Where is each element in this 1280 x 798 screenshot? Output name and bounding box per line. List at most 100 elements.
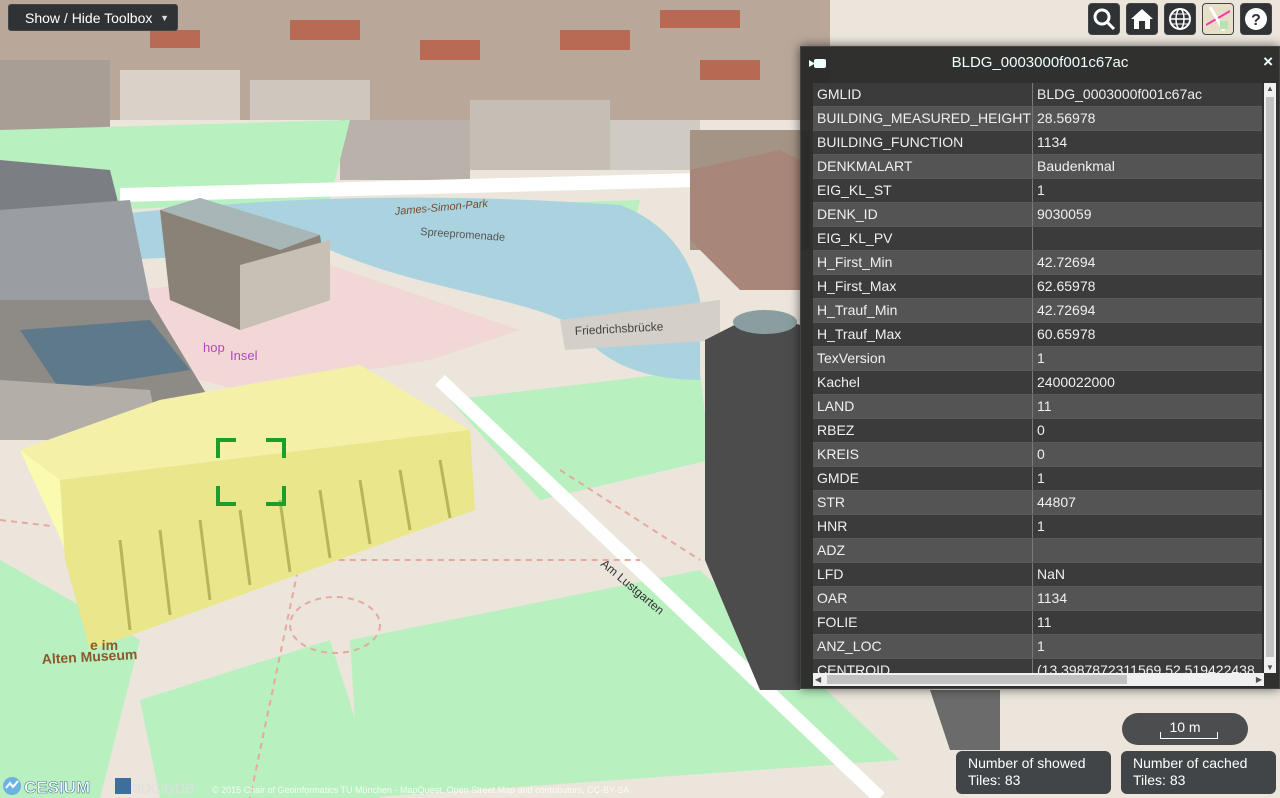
attribute-key: HNR [813, 515, 1033, 538]
attribute-key: H_First_Max [813, 275, 1033, 298]
attribute-value: 0 [1037, 446, 1045, 462]
attribute-key: ANZ_LOC [813, 635, 1033, 658]
citydb-logo-icon [115, 778, 131, 794]
attribute-value [1033, 539, 1262, 562]
attribute-value: 42.72694 [1037, 254, 1096, 270]
attribute-value: 9030059 [1037, 206, 1092, 222]
attribute-value: 1 [1037, 350, 1045, 366]
attribute-row: DENKMALART Baudenkmal [813, 155, 1262, 179]
showed-tiles-value: Tiles: 83 [968, 772, 1021, 788]
credit-text[interactable]: © 2015 Chair of Geoinformatics TU Münche… [212, 785, 629, 795]
attribute-value: 1 [1037, 638, 1045, 654]
attribute-value: 1 [1037, 182, 1045, 198]
attribute-value: 28.56978 [1037, 110, 1096, 126]
help-icon: ? [1245, 8, 1267, 30]
showed-tiles-title: Number of showed [968, 755, 1086, 771]
attribute-value [1033, 227, 1262, 250]
attribute-row: ADZ [813, 539, 1262, 563]
attribute-key: DENKMALART [813, 155, 1033, 178]
attribute-value: NaN [1037, 566, 1066, 582]
attribute-key: KREIS [813, 443, 1033, 466]
attribute-row: LAND 11 [813, 395, 1262, 419]
toolbox-toggle-label: Show / Hide Toolbox [25, 10, 153, 26]
attribute-value: 0 [1037, 422, 1045, 438]
attribute-value: 11 [1037, 398, 1052, 414]
home-button[interactable] [1126, 3, 1158, 35]
attribute-value: 1134 [1037, 590, 1068, 606]
attribute-row: BUILDING_FUNCTION 1134 [813, 131, 1262, 155]
showed-tiles-counter: Number of showed Tiles: 83 [956, 751, 1111, 794]
home-icon [1131, 9, 1153, 29]
attribute-value: 1134 [1037, 134, 1068, 150]
attribute-value: 1 [1037, 518, 1045, 534]
attribute-row: KREIS 0 [813, 443, 1262, 467]
attribute-key: Kachel [813, 371, 1033, 394]
attribute-row: FOLIE 11 [813, 611, 1262, 635]
attribute-key: RBEZ [813, 419, 1033, 442]
attribute-row: H_First_Min 42.72694 [813, 251, 1262, 275]
attribute-value: 42.72694 [1037, 302, 1096, 318]
attribute-key: FOLIE [813, 611, 1033, 634]
help-button[interactable]: ? [1240, 3, 1272, 35]
attribute-key: LAND [813, 395, 1033, 418]
scroll-right-icon[interactable]: ▶ [1256, 675, 1262, 684]
info-box-title: BLDG_0003000f001c67ac [951, 54, 1129, 71]
attribute-key: GMLID [813, 83, 1033, 106]
attribute-row: H_Trauf_Min 42.72694 [813, 299, 1262, 323]
base-layer-picker-button[interactable] [1202, 3, 1234, 35]
attribute-value: 62.65978 [1037, 278, 1096, 294]
attribute-key: ADZ [813, 539, 1033, 562]
horizontal-scrollbar[interactable]: ◀ ▶ [813, 673, 1264, 686]
attribute-key: TexVersion [813, 347, 1033, 370]
attribute-key: EIG_KL_ST [813, 179, 1033, 202]
attribute-key: BUILDING_FUNCTION [813, 131, 1033, 154]
attribute-row: H_Trauf_Max 60.65978 [813, 323, 1262, 347]
svg-text:?: ? [1251, 12, 1261, 29]
vertical-scrollbar[interactable]: ▲ ▼ [1264, 83, 1276, 673]
attribute-value: 44807 [1037, 494, 1076, 510]
attribute-value: 60.65978 [1037, 326, 1096, 342]
attribute-row: H_First_Max 62.65978 [813, 275, 1262, 299]
attribute-value: 11 [1037, 614, 1052, 630]
attribute-row: EIG_KL_ST 1 [813, 179, 1262, 203]
attribute-value: Baudenkmal [1037, 158, 1115, 174]
attribute-key: DENK_ID [813, 203, 1033, 226]
attribute-row: GMLID BLDG_0003000f001c67ac [813, 83, 1262, 107]
info-box-panel: BLDG_0003000f001c67ac × GMLID BLDG_000300… [800, 46, 1280, 689]
scroll-down-icon[interactable]: ▼ [1266, 663, 1274, 672]
scene-mode-button[interactable] [1164, 3, 1196, 35]
attribute-key: GMDE [813, 467, 1033, 490]
attribute-row: EIG_KL_PV [813, 227, 1262, 251]
scale-bar [1160, 732, 1218, 739]
attribute-key: LFD [813, 563, 1033, 586]
attribute-table: GMLID BLDG_0003000f001c67ac BUILDING_MEASU… [813, 83, 1262, 677]
attribute-value: BLDG_0003000f001c67ac [1037, 86, 1203, 102]
attribute-row: STR 44807 [813, 491, 1262, 515]
attribute-row: ANZ_LOC 1 [813, 635, 1262, 659]
dropdown-caret-icon: ▼ [160, 13, 169, 23]
cesium-logo-text: CESIUM [24, 778, 90, 797]
camera-icon[interactable] [809, 58, 827, 69]
scrollbar-thumb[interactable] [827, 675, 1127, 684]
attribute-key: OAR [813, 587, 1033, 610]
toolbox-toggle-dropdown[interactable]: Show / Hide Toolbox ▼ [8, 4, 178, 31]
attribute-row: LFD NaN [813, 563, 1262, 587]
globe-icon [1169, 8, 1191, 30]
map-layer-icon [1206, 7, 1230, 31]
attribute-key: STR [813, 491, 1033, 514]
attribute-row: GMDE 1 [813, 467, 1262, 491]
scrollbar-thumb[interactable] [1266, 97, 1274, 657]
scroll-left-icon[interactable]: ◀ [815, 675, 821, 684]
search-button[interactable] [1088, 3, 1120, 35]
attribute-value: 1 [1037, 470, 1045, 486]
attribute-value: 2400022000 [1037, 374, 1115, 390]
label-shop: hop [203, 340, 225, 355]
attribute-row: DENK_ID 9030059 [813, 203, 1262, 227]
attribute-row: TexVersion 1 [813, 347, 1262, 371]
scroll-up-icon[interactable]: ▲ [1266, 84, 1274, 93]
attribute-key: H_Trauf_Max [813, 323, 1033, 346]
attribute-row: BUILDING_MEASURED_HEIGHT 28.56978 [813, 107, 1262, 131]
close-icon[interactable]: × [1263, 52, 1273, 72]
attribute-row: HNR 1 [813, 515, 1262, 539]
cached-tiles-counter: Number of cached Tiles: 83 [1121, 751, 1276, 794]
